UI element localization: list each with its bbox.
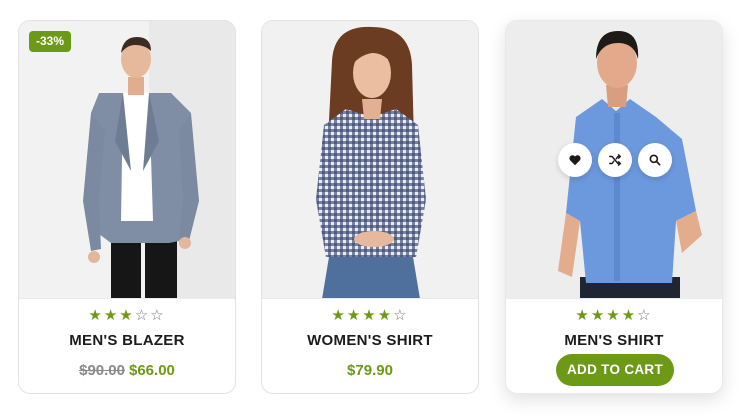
star-icon: ★ [590,307,607,324]
product-card[interactable]: ★★★★☆ MEN'S SHIRT ADD TO CART [505,20,723,394]
discount-badge: -33% [29,31,72,52]
heart-icon [569,155,581,166]
rating-stars: ★★★☆☆ [19,307,235,325]
product-image[interactable] [262,21,478,299]
search-icon [649,154,661,166]
star-icon: ☆ [150,307,166,324]
rating-stars: ★★★★☆ [506,307,722,325]
star-icon: ☆ [134,307,151,324]
product-card[interactable]: -33% ★★★☆☆ MEN'S BLAZER $90.00 $66.00 [18,20,236,394]
price: $90.00 $66.00 [19,362,235,379]
current-price: $79.90 [347,362,393,379]
product-title[interactable]: WOMEN'S SHIRT [262,332,478,349]
star-icon: ★ [377,307,394,324]
star-icon: ★ [575,307,591,324]
product-title[interactable]: MEN'S BLAZER [19,332,235,349]
price: $79.90 [262,362,478,379]
star-icon: ★ [88,307,104,324]
star-icon: ☆ [637,307,653,324]
star-icon: ★ [119,307,135,324]
star-icon: ☆ [393,307,409,324]
star-icon: ★ [606,307,622,324]
star-icon: ★ [362,307,378,324]
product-title[interactable]: MEN'S SHIRT [506,332,722,349]
current-price: $66.00 [129,362,175,379]
shuffle-icon [609,154,621,166]
quick-view-button[interactable] [638,143,672,177]
star-icon: ★ [103,307,120,324]
star-icon: ★ [331,307,347,324]
product-image[interactable] [19,21,235,299]
star-icon: ★ [346,307,363,324]
product-card[interactable]: ★★★★☆ WOMEN'S SHIRT $79.90 [261,20,479,394]
compare-button[interactable] [598,143,632,177]
old-price: $90.00 [79,362,125,379]
star-icon: ★ [621,307,638,324]
add-to-cart-button[interactable]: ADD TO CART [556,354,674,386]
wishlist-button[interactable] [558,143,592,177]
rating-stars: ★★★★☆ [262,307,478,325]
